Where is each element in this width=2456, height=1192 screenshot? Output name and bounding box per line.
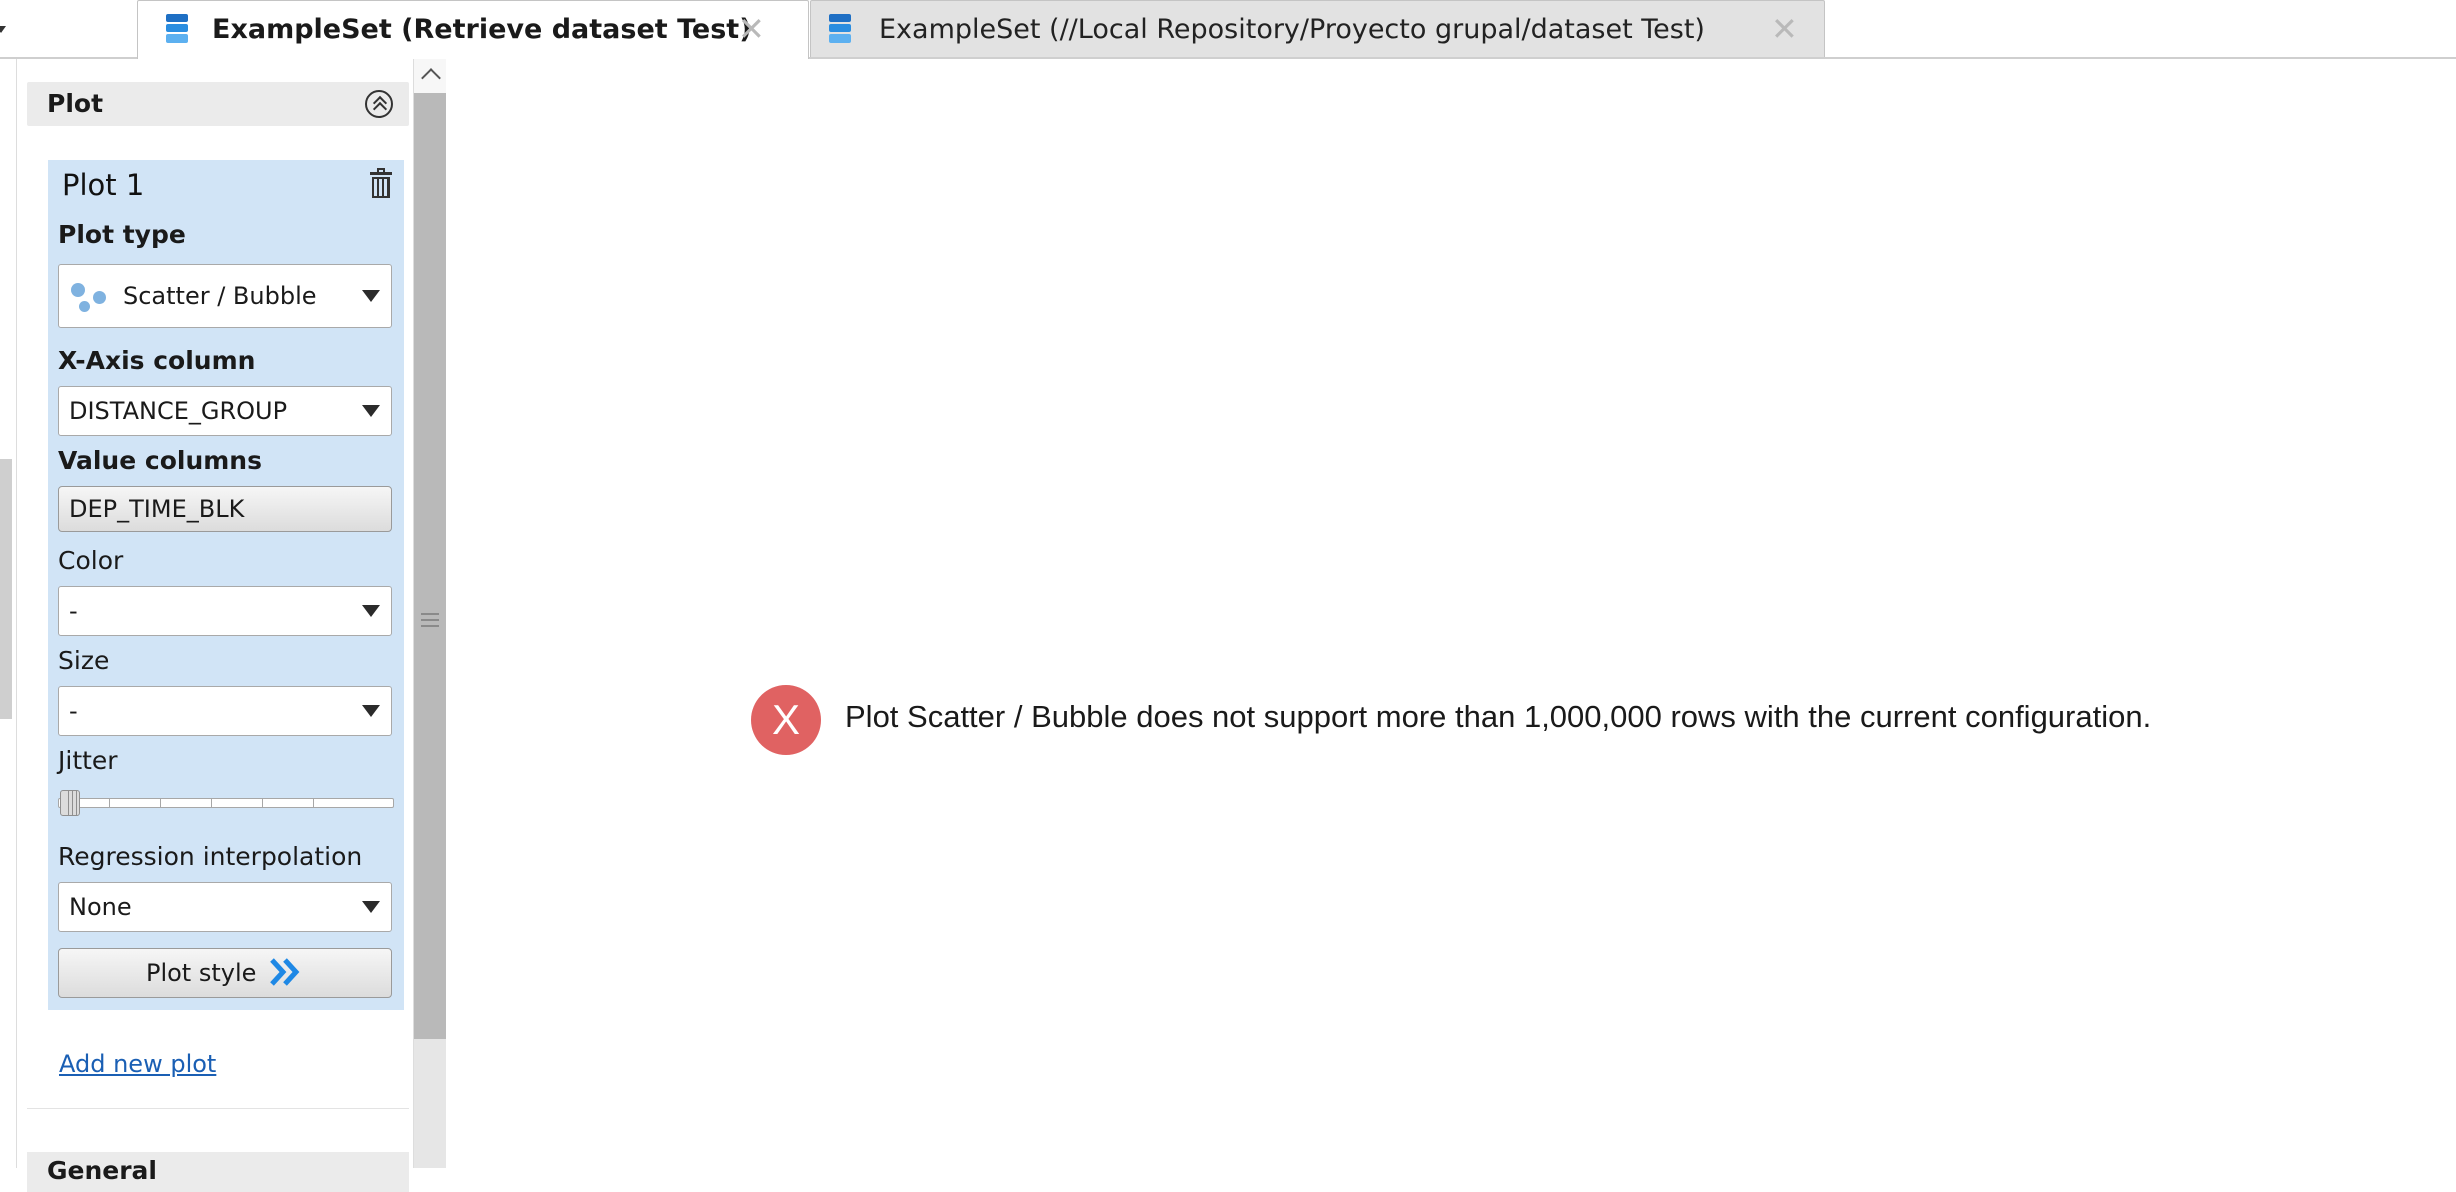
size-value: - bbox=[69, 697, 78, 725]
plot-title: Plot 1 bbox=[62, 168, 145, 202]
color-label: Color bbox=[58, 546, 124, 575]
chevron-down-icon bbox=[362, 405, 380, 417]
tab-exampleset-local-repository[interactable]: ExampleSet (//Local Repository/Proyecto … bbox=[810, 0, 1825, 57]
plot-type-label: Plot type bbox=[58, 220, 186, 249]
side-panel-handle[interactable] bbox=[0, 459, 12, 719]
tab-label: ExampleSet (Retrieve dataset Test) bbox=[212, 14, 752, 45]
scatter-plot-icon bbox=[71, 283, 109, 313]
plot-style-button[interactable]: Plot style bbox=[58, 948, 392, 998]
plot-section-header[interactable]: Plot bbox=[27, 82, 409, 126]
slider-thumb[interactable] bbox=[60, 790, 80, 816]
left-edge-gutter bbox=[0, 59, 16, 1168]
x-axis-label: X-Axis column bbox=[58, 346, 256, 375]
collapse-icon[interactable] bbox=[365, 90, 393, 118]
regression-label: Regression interpolation bbox=[58, 842, 363, 871]
value-columns-button[interactable]: DEP_TIME_BLK bbox=[58, 486, 392, 532]
chevron-down-icon bbox=[0, 26, 6, 33]
plot-type-select[interactable]: Scatter / Bubble bbox=[58, 264, 392, 328]
value-columns-label: Value columns bbox=[58, 446, 262, 475]
plot-card: Plot 1 Plot type Scatter / Bubble X-Axis… bbox=[48, 160, 404, 1010]
jitter-label: Jitter bbox=[58, 746, 118, 775]
regression-value: None bbox=[69, 893, 132, 921]
tab-overflow-menu[interactable] bbox=[0, 0, 8, 57]
value-columns-value: DEP_TIME_BLK bbox=[69, 495, 245, 523]
general-section-header[interactable]: General bbox=[27, 1152, 409, 1192]
jitter-slider[interactable] bbox=[58, 788, 394, 816]
double-chevron-right-icon bbox=[270, 958, 300, 986]
plot-style-label: Plot style bbox=[145, 959, 257, 987]
error-message: Plot Scatter / Bubble does not support m… bbox=[845, 699, 2152, 734]
chevron-down-icon bbox=[362, 901, 380, 913]
plot-area: X Plot Scatter / Bubble does not support… bbox=[446, 59, 2456, 1168]
section-divider bbox=[27, 1108, 409, 1109]
tab-exampleset-retrieve[interactable]: ExampleSet (Retrieve dataset Test) ✕ bbox=[137, 0, 809, 59]
editor-tab-bar: ExampleSet (Retrieve dataset Test) ✕ Exa… bbox=[0, 0, 2456, 59]
chevron-down-icon bbox=[362, 290, 380, 302]
close-icon[interactable]: ✕ bbox=[738, 1, 765, 58]
dataset-icon bbox=[829, 14, 851, 44]
close-icon[interactable]: ✕ bbox=[1771, 1, 1798, 58]
chevron-down-icon bbox=[362, 605, 380, 617]
section-title: General bbox=[47, 1156, 157, 1185]
dataset-icon bbox=[166, 14, 188, 44]
size-select[interactable]: - bbox=[58, 686, 392, 736]
color-value: - bbox=[69, 597, 78, 625]
size-label: Size bbox=[58, 646, 110, 675]
scroll-up-arrow-icon[interactable] bbox=[414, 59, 446, 93]
chevron-down-icon bbox=[362, 705, 380, 717]
section-title: Plot bbox=[47, 89, 104, 118]
tab-label: ExampleSet (//Local Repository/Proyecto … bbox=[879, 14, 1705, 45]
panel-scrollbar[interactable] bbox=[414, 59, 446, 1168]
scrollbar-thumb[interactable] bbox=[414, 93, 446, 1039]
error-icon: X bbox=[751, 685, 821, 755]
plot-type-value: Scatter / Bubble bbox=[123, 282, 317, 310]
regression-select[interactable]: None bbox=[58, 882, 392, 932]
add-new-plot-link[interactable]: Add new plot bbox=[59, 1050, 216, 1078]
x-axis-value: DISTANCE_GROUP bbox=[69, 397, 288, 425]
color-select[interactable]: - bbox=[58, 586, 392, 636]
trash-icon[interactable] bbox=[370, 168, 392, 198]
x-axis-select[interactable]: DISTANCE_GROUP bbox=[58, 386, 392, 436]
